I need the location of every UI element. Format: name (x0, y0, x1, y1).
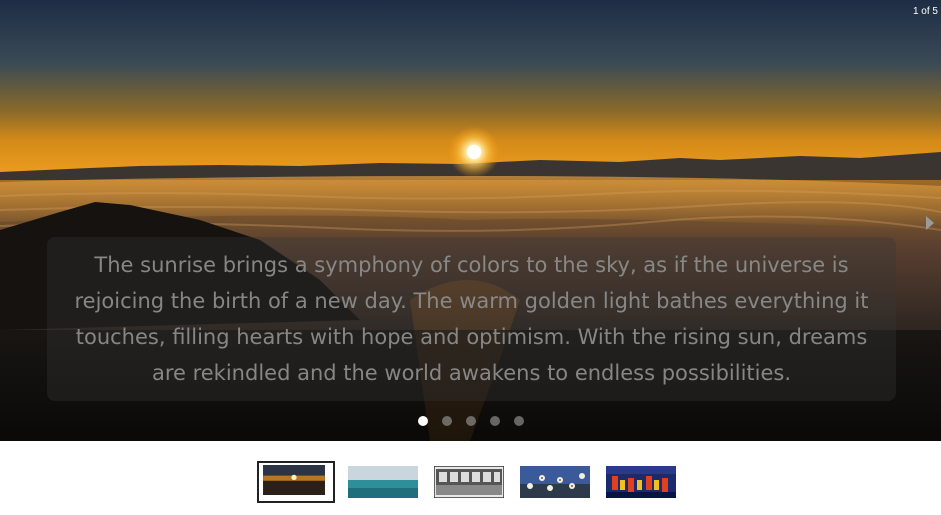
chevron-right-icon[interactable] (924, 214, 936, 232)
slide-dot-3[interactable] (465, 416, 476, 426)
sea-thumbnail-image (348, 466, 418, 498)
slide-dot-2[interactable] (441, 416, 452, 426)
caption-text: The sunrise brings a symphony of colors … (74, 253, 869, 385)
sunrise-thumbnail[interactable] (257, 461, 335, 503)
slide-dot-4[interactable] (489, 416, 500, 426)
thumbnail-strip (0, 461, 941, 505)
slide-dot-5[interactable] (513, 416, 524, 426)
image-carousel: 1 of 5 The sunrise brings a symphony of … (0, 0, 941, 441)
interior-thumbnail[interactable] (434, 466, 504, 498)
interior-thumbnail-image (434, 466, 504, 498)
sea-thumbnail[interactable] (348, 466, 418, 498)
slide-indicators (0, 416, 941, 426)
blossom-thumbnail[interactable] (520, 466, 590, 498)
stripes-thumbnail[interactable] (606, 466, 676, 498)
slide-caption: The sunrise brings a symphony of colors … (47, 237, 896, 401)
blossom-thumbnail-image (520, 466, 590, 498)
slide-counter: 1 of 5 (912, 6, 938, 17)
slide-dot-1[interactable] (417, 416, 428, 426)
stripes-thumbnail-image (606, 466, 676, 498)
sunrise-thumbnail-image (263, 465, 325, 495)
